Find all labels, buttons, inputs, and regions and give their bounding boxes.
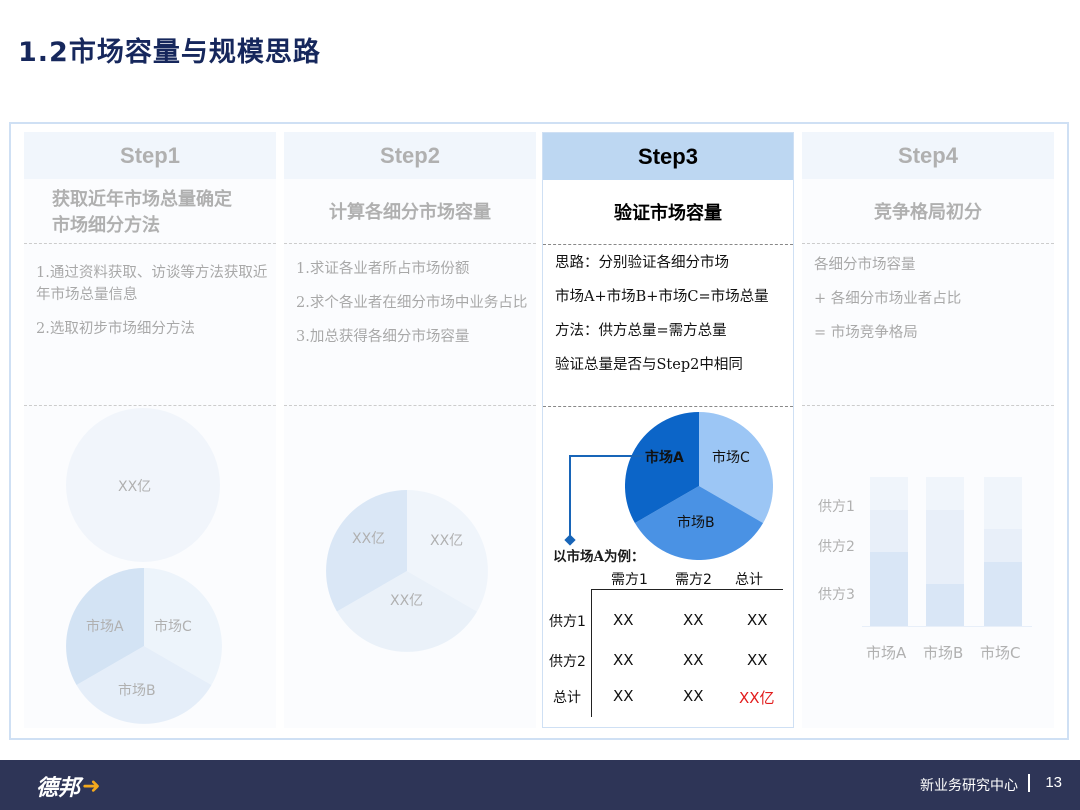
connector-end-icon: [564, 534, 576, 546]
step3-point-3: 方法：供方总量=需方总量: [555, 323, 727, 339]
logo-text: 德邦: [36, 776, 81, 801]
table-cell: XX: [747, 651, 768, 669]
table-total-highlight: XX亿: [739, 689, 775, 707]
pie-label-market-b: 市场B: [677, 515, 715, 531]
bar-row-label: 供方1: [818, 499, 855, 515]
bar-baseline: [862, 626, 1032, 627]
footer-bar: 德邦 ➜ 新业务研究中心 13: [0, 760, 1080, 810]
step1-description: 1.通过资料获取、访谈等方法获取近年市场总量信息 2.选取初步市场细分方法: [36, 262, 268, 352]
step2-point-3: 3.加总获得各细分市场容量: [296, 329, 470, 345]
bar-market-a-seg1: [870, 477, 908, 510]
divider: [284, 405, 536, 406]
bar-category-label: 市场B: [923, 644, 964, 662]
bar-market-b-seg1: [926, 477, 964, 510]
page-title: 1.2市场容量与规模思路: [18, 37, 321, 68]
table-col-header: 需方1: [611, 572, 648, 588]
connector-line: [569, 455, 645, 457]
step1-segment-pie: [66, 568, 222, 724]
table-row-header: 供方2: [549, 654, 586, 670]
bar-market-c-seg1: [984, 477, 1022, 529]
bar-row-label: 供方3: [818, 587, 855, 603]
total-market-label: XX亿: [118, 479, 152, 495]
step3-point-2: 市场A+市场B+市场C=市场总量: [555, 289, 769, 305]
step3-point-4: 验证总量是否与Step2中相同: [555, 357, 743, 373]
step2-pie: [326, 490, 488, 652]
step2-point-1: 1.求证各业者所占市场份额: [296, 261, 470, 277]
step1-header: Step1: [24, 132, 276, 179]
step3-pie: [625, 412, 773, 560]
table-cell: XX: [683, 687, 704, 705]
step4-point-3: = 市场竞争格局: [814, 325, 918, 341]
table-cell: XX: [613, 687, 634, 705]
pie-label-market-b: 市场B: [118, 683, 156, 699]
pie-label-market-a: 市场A: [86, 619, 124, 635]
step3-point-1: 思路：分别验证各细分市场: [555, 255, 729, 271]
bar-row-label: 供方2: [818, 539, 855, 555]
step4-header: Step4: [802, 132, 1054, 179]
table-cell: XX: [613, 651, 634, 669]
step1-point-2: 2.选取初步市场细分方法: [36, 321, 195, 337]
step4-subtitle: 竞争格局初分: [874, 202, 982, 223]
pie-label-market-c: 市场C: [712, 450, 750, 466]
step3-header: Step3: [543, 133, 793, 180]
pie-label-3: XX亿: [390, 593, 424, 609]
step4-point-1: 各细分市场容量: [814, 257, 916, 273]
step3-description: 思路：分别验证各细分市场 市场A+市场B+市场C=市场总量 方法：供方总量=需方…: [555, 253, 785, 388]
pie-label-1: XX亿: [352, 531, 386, 547]
table-row-header: 供方1: [549, 614, 586, 630]
bar-market-b-seg3: [926, 584, 964, 626]
bar-market-a-seg2: [870, 510, 908, 552]
step2-point-2: 2.求个各业者在细分市场中业务占比: [296, 295, 528, 311]
table-row-header: 总计: [553, 690, 581, 706]
connector-line: [569, 455, 571, 539]
divider: [802, 405, 1054, 406]
bar-market-b-seg2: [926, 510, 964, 584]
step1-column: Step1 获取近年市场总量确定市场细分方法 1.通过资料获取、访谈等方法获取近…: [24, 132, 276, 728]
table-cell: XX: [683, 611, 704, 629]
supply-demand-table: 需方1 需方2 总计 供方1 XX XX XX 供方2 XX XX XX 总计 …: [543, 565, 795, 725]
logo-arrow-icon: ➜: [82, 773, 101, 799]
bar-category-label: 市场A: [866, 644, 907, 662]
step2-subtitle: 计算各细分市场容量: [329, 202, 491, 223]
step4-column: Step4 竞争格局初分 各细分市场容量 + 各细分市场业者占比 = 市场竞争格…: [802, 132, 1054, 728]
step3-subtitle: 验证市场容量: [614, 203, 722, 224]
table-top-rule: [591, 589, 783, 590]
pie-label-market-c: 市场C: [154, 619, 192, 635]
step2-column: Step2 计算各细分市场容量 1.求证各业者所占市场份额 2.求个各业者在细分…: [284, 132, 536, 728]
example-label: 以市场A为例：: [553, 549, 645, 565]
pie-label-2: XX亿: [430, 533, 464, 549]
table-cell: XX: [613, 611, 634, 629]
bar-market-c-seg2: [984, 529, 1022, 562]
table-cell: XX: [683, 651, 704, 669]
footer-separator: [1028, 774, 1030, 792]
step2-header: Step2: [284, 132, 536, 179]
pie-label-market-a: 市场A: [645, 450, 684, 466]
page-number: 13: [1045, 774, 1062, 791]
table-left-rule: [591, 589, 592, 717]
table-cell: XX: [747, 611, 768, 629]
step2-description: 1.求证各业者所占市场份额 2.求个各业者在细分市场中业务占比 3.加总获得各细…: [296, 258, 528, 360]
bar-market-a-seg3: [870, 552, 908, 626]
step4-point-2: + 各细分市场业者占比: [814, 291, 962, 307]
step1-point-1: 1.通过资料获取、访谈等方法获取近年市场总量信息: [36, 265, 268, 303]
table-col-header: 总计: [735, 572, 763, 588]
step4-description: 各细分市场容量 + 各细分市场业者占比 = 市场竞争格局: [814, 254, 1046, 356]
table-col-header: 需方2: [675, 572, 712, 588]
divider: [802, 243, 1054, 244]
divider: [543, 244, 793, 245]
company-logo: 德邦 ➜: [36, 770, 100, 802]
bar-market-c-seg3: [984, 562, 1022, 626]
divider: [543, 406, 793, 407]
step3-column: Step3 验证市场容量 思路：分别验证各细分市场 市场A+市场B+市场C=市场…: [542, 132, 794, 728]
footer-department: 新业务研究中心: [920, 778, 1018, 794]
bar-category-label: 市场C: [980, 644, 1021, 662]
divider: [24, 243, 276, 244]
step1-subtitle: 获取近年市场总量确定市场细分方法: [52, 189, 232, 236]
divider: [284, 243, 536, 244]
divider: [24, 405, 276, 406]
